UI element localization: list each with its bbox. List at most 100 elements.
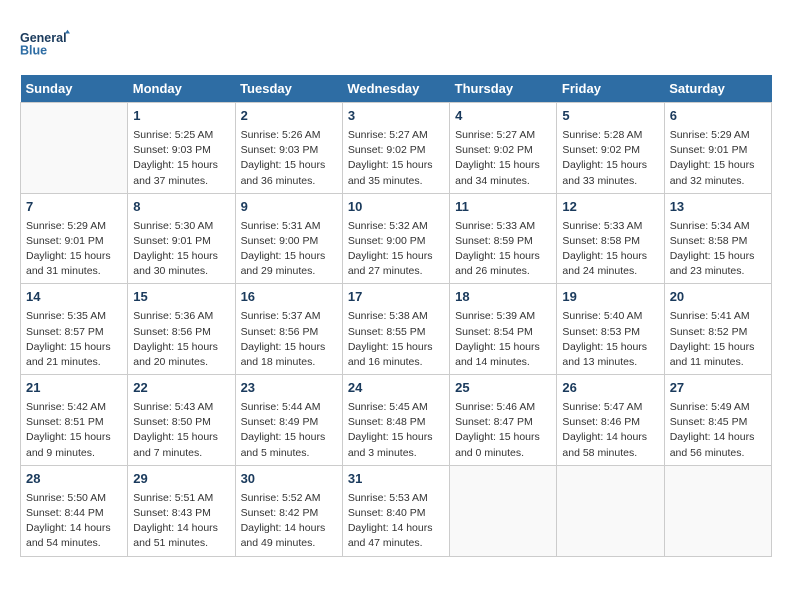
day-number: 20 bbox=[670, 288, 766, 307]
day-cell-4: 4Sunrise: 5:27 AMSunset: 9:02 PMDaylight… bbox=[450, 103, 557, 194]
day-info-line-4: and 47 minutes. bbox=[348, 536, 444, 551]
day-cell-12: 12Sunrise: 5:33 AMSunset: 8:58 PMDayligh… bbox=[557, 193, 664, 284]
day-info-line-4: and 37 minutes. bbox=[133, 174, 229, 189]
day-info-line-4: and 13 minutes. bbox=[562, 355, 658, 370]
day-info-line-1: Sunrise: 5:50 AM bbox=[26, 491, 122, 506]
day-number: 13 bbox=[670, 198, 766, 217]
day-info-line-3: Daylight: 15 hours bbox=[348, 430, 444, 445]
day-info-line-3: Daylight: 14 hours bbox=[670, 430, 766, 445]
day-cell-2: 2Sunrise: 5:26 AMSunset: 9:03 PMDaylight… bbox=[235, 103, 342, 194]
day-info-line-3: Daylight: 15 hours bbox=[26, 340, 122, 355]
day-info-line-2: Sunset: 8:44 PM bbox=[26, 506, 122, 521]
day-info-line-4: and 21 minutes. bbox=[26, 355, 122, 370]
calendar-table: SundayMondayTuesdayWednesdayThursdayFrid… bbox=[20, 75, 772, 557]
day-info-line-1: Sunrise: 5:51 AM bbox=[133, 491, 229, 506]
page-header: General Blue bbox=[20, 20, 772, 65]
day-cell-22: 22Sunrise: 5:43 AMSunset: 8:50 PMDayligh… bbox=[128, 375, 235, 466]
day-info-line-2: Sunset: 8:49 PM bbox=[241, 415, 337, 430]
weekday-header-monday: Monday bbox=[128, 75, 235, 103]
day-number: 29 bbox=[133, 470, 229, 489]
day-cell-7: 7Sunrise: 5:29 AMSunset: 9:01 PMDaylight… bbox=[21, 193, 128, 284]
day-info-line-4: and 24 minutes. bbox=[562, 264, 658, 279]
day-info-line-4: and 23 minutes. bbox=[670, 264, 766, 279]
day-info-line-1: Sunrise: 5:47 AM bbox=[562, 400, 658, 415]
day-info-line-4: and 7 minutes. bbox=[133, 446, 229, 461]
weekday-header-wednesday: Wednesday bbox=[342, 75, 449, 103]
day-number: 10 bbox=[348, 198, 444, 217]
day-number: 18 bbox=[455, 288, 551, 307]
day-info-line-3: Daylight: 15 hours bbox=[348, 158, 444, 173]
empty-cell bbox=[450, 465, 557, 556]
day-info-line-3: Daylight: 14 hours bbox=[133, 521, 229, 536]
day-info-line-3: Daylight: 14 hours bbox=[348, 521, 444, 536]
day-info-line-2: Sunset: 8:40 PM bbox=[348, 506, 444, 521]
empty-cell bbox=[21, 103, 128, 194]
day-info-line-1: Sunrise: 5:30 AM bbox=[133, 219, 229, 234]
day-info-line-2: Sunset: 9:01 PM bbox=[133, 234, 229, 249]
day-number: 6 bbox=[670, 107, 766, 126]
logo-svg: General Blue bbox=[20, 20, 70, 65]
day-info-line-4: and 30 minutes. bbox=[133, 264, 229, 279]
day-info-line-3: Daylight: 15 hours bbox=[133, 430, 229, 445]
day-info-line-3: Daylight: 15 hours bbox=[241, 340, 337, 355]
week-row-5: 28 Sunrise: 5:50 AMSunset: 8:44 PM Dayligh… bbox=[21, 465, 772, 556]
day-cell-28: 28Sunrise: 5:50 AMSunset: 8:44 PMDayligh… bbox=[21, 465, 128, 556]
weekday-header-friday: Friday bbox=[557, 75, 664, 103]
day-info-line-2: Sunset: 9:00 PM bbox=[241, 234, 337, 249]
day-number: 2 bbox=[241, 107, 337, 126]
day-info-line-2: Sunset: 8:56 PM bbox=[241, 325, 337, 340]
day-info-line-2: Sunset: 8:45 PM bbox=[670, 415, 766, 430]
day-info-line-4: and 9 minutes. bbox=[26, 446, 122, 461]
day-cell-14: 14Sunrise: 5:35 AMSunset: 8:57 PMDayligh… bbox=[21, 284, 128, 375]
day-info-line-2: Sunset: 8:57 PM bbox=[26, 325, 122, 340]
day-info-line-1: Sunrise: 5:45 AM bbox=[348, 400, 444, 415]
day-cell-20: 20Sunrise: 5:41 AMSunset: 8:52 PMDayligh… bbox=[664, 284, 771, 375]
week-row-2: 7Sunrise: 5:29 AMSunset: 9:01 PMDaylight… bbox=[21, 193, 772, 284]
day-info-line-4: and 14 minutes. bbox=[455, 355, 551, 370]
day-number: 8 bbox=[133, 198, 229, 217]
day-info-line-3: Daylight: 15 hours bbox=[133, 249, 229, 264]
day-info-line-3: Daylight: 15 hours bbox=[455, 158, 551, 173]
day-info-line-2: Sunset: 8:52 PM bbox=[670, 325, 766, 340]
day-info-line-4: and 27 minutes. bbox=[348, 264, 444, 279]
day-number: 30 bbox=[241, 470, 337, 489]
day-info-line-4: and 16 minutes. bbox=[348, 355, 444, 370]
day-info-line-3: Daylight: 15 hours bbox=[241, 430, 337, 445]
day-number: 24 bbox=[348, 379, 444, 398]
day-info-line-1: Sunrise: 5:49 AM bbox=[670, 400, 766, 415]
day-info-line-2: Sunset: 9:02 PM bbox=[562, 143, 658, 158]
day-info-line-4: and 5 minutes. bbox=[241, 446, 337, 461]
week-row-4: 21Sunrise: 5:42 AMSunset: 8:51 PMDayligh… bbox=[21, 375, 772, 466]
day-info-line-4: and 26 minutes. bbox=[455, 264, 551, 279]
day-info-line-3: Daylight: 15 hours bbox=[241, 249, 337, 264]
day-info-line-1: Sunrise: 5:31 AM bbox=[241, 219, 337, 234]
day-cell-29: 29 Sunrise: 5:51 AMSunset: 8:43 PMDayligh… bbox=[128, 465, 235, 556]
day-number: 28 bbox=[26, 470, 122, 489]
day-cell-16: 16Sunrise: 5:37 AMSunset: 8:56 PMDayligh… bbox=[235, 284, 342, 375]
day-info-line-1: Sunrise: 5:39 AM bbox=[455, 309, 551, 324]
day-info-line-4: and 20 minutes. bbox=[133, 355, 229, 370]
day-info-line-1: Sunrise: 5:26 AM bbox=[241, 128, 337, 143]
day-number: 25 bbox=[455, 379, 551, 398]
weekday-header-row: SundayMondayTuesdayWednesdayThursdayFrid… bbox=[21, 75, 772, 103]
day-info-line-2: Sunset: 8:59 PM bbox=[455, 234, 551, 249]
day-info-line-1: Sunrise: 5:46 AM bbox=[455, 400, 551, 415]
day-number: 31 bbox=[348, 470, 444, 489]
day-info-line-2: Sunset: 9:00 PM bbox=[348, 234, 444, 249]
day-info-line-3: Daylight: 15 hours bbox=[348, 340, 444, 355]
day-info-line-2: Sunset: 8:43 PM bbox=[133, 506, 229, 521]
day-info-line-3: Daylight: 14 hours bbox=[562, 430, 658, 445]
day-info-line-3: Daylight: 15 hours bbox=[348, 249, 444, 264]
day-info-line-3: Daylight: 15 hours bbox=[455, 430, 551, 445]
day-info-line-1: Sunrise: 5:42 AM bbox=[26, 400, 122, 415]
day-number: 11 bbox=[455, 198, 551, 217]
day-info-line-2: Sunset: 8:55 PM bbox=[348, 325, 444, 340]
day-cell-18: 18Sunrise: 5:39 AMSunset: 8:54 PMDayligh… bbox=[450, 284, 557, 375]
day-info-line-4: and 0 minutes. bbox=[455, 446, 551, 461]
day-info-line-4: and 3 minutes. bbox=[348, 446, 444, 461]
day-cell-21: 21Sunrise: 5:42 AMSunset: 8:51 PMDayligh… bbox=[21, 375, 128, 466]
day-cell-19: 19Sunrise: 5:40 AMSunset: 8:53 PMDayligh… bbox=[557, 284, 664, 375]
day-info-line-3: Daylight: 15 hours bbox=[26, 430, 122, 445]
day-info-line-2: Sunset: 8:46 PM bbox=[562, 415, 658, 430]
day-number: 23 bbox=[241, 379, 337, 398]
